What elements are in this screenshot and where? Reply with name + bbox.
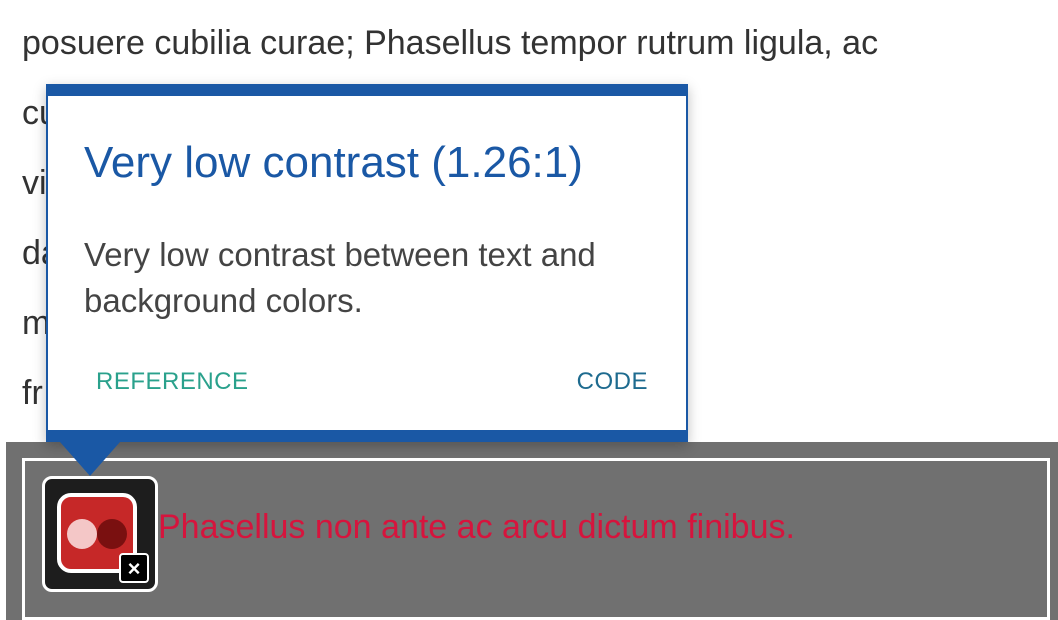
contrast-light-dot — [67, 519, 97, 549]
contrast-error-badge[interactable]: × — [42, 476, 158, 592]
paragraph-line: posuere cubilia curae; Phasellus tempor … — [22, 24, 879, 62]
flagged-element-highlight: × Phasellus non ante ac arcu dictum fini… — [6, 442, 1058, 620]
popup-description: Very low contrast between text and backg… — [84, 236, 596, 319]
flagged-text: Phasellus non ante ac arcu dictum finibu… — [158, 508, 795, 546]
contrast-issue-popup: Very low contrast (1.26:1) Very low cont… — [46, 84, 688, 442]
contrast-dark-dot — [97, 519, 127, 549]
close-icon[interactable]: × — [119, 553, 149, 583]
reference-link[interactable]: REFERENCE — [96, 368, 249, 396]
popup-title: Very low contrast (1.26:1) — [84, 138, 583, 187]
code-link[interactable]: CODE — [577, 368, 648, 396]
popup-pointer — [60, 442, 120, 476]
